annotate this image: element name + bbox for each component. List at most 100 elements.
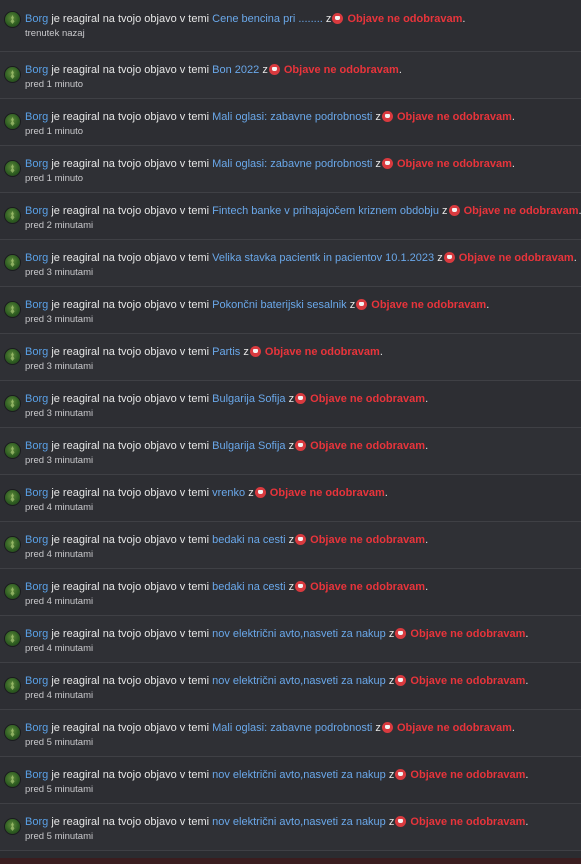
post-text: na tvojo objavo v temi — [102, 252, 210, 264]
topic-link[interactable]: Mali oglasi: zabavne podrobnosti — [212, 111, 372, 123]
topic-link[interactable]: nov električni avto,nasveti za nakup — [212, 675, 386, 687]
topic-link[interactable]: Bulgarija Sofija — [212, 440, 285, 452]
z-text: z — [437, 252, 443, 264]
notification-row[interactable]: Borg je reagiral na tvojo objavo v temi … — [0, 146, 581, 193]
notification-row[interactable]: Borg je reagiral na tvojo objavo v temi … — [0, 663, 581, 710]
notification-row[interactable]: Borg je reagiral na tvojo objavo v temi … — [0, 52, 581, 99]
reaction-link[interactable]: Objave ne odobravam — [464, 205, 579, 217]
user-link[interactable]: Borg — [25, 64, 48, 76]
notification-row[interactable]: Borg je reagiral na tvojo objavo v temi … — [0, 428, 581, 475]
topic-link[interactable]: nov električni avto,nasveti za nakup — [212, 628, 386, 640]
notification-row[interactable]: Borg je reagiral na tvojo objavo v temi … — [0, 522, 581, 569]
user-link[interactable]: Borg — [25, 440, 48, 452]
reaction-link[interactable]: Objave ne odobravam — [410, 816, 525, 828]
notification-row[interactable]: Borg je reagiral na tvojo objavo v temi … — [0, 240, 581, 287]
reaction-link[interactable]: Objave ne odobravam — [459, 252, 574, 264]
reaction-link[interactable]: Objave ne odobravam — [310, 393, 425, 405]
notification-row[interactable]: Borg je reagiral na tvojo objavo v temi … — [0, 287, 581, 334]
notification-row[interactable]: Borg je reagiral na tvojo objavo v temi … — [0, 569, 581, 616]
reaction-link[interactable]: Objave ne odobravam — [397, 111, 512, 123]
topic-link[interactable]: Cene bencina pri ........ — [212, 13, 323, 25]
reaction-link[interactable]: Objave ne odobravam — [410, 769, 525, 781]
reaction-link[interactable]: Objave ne odobravam — [410, 628, 525, 640]
user-avatar[interactable] — [5, 490, 20, 505]
post-text: na tvojo objavo v temi — [102, 346, 210, 358]
notification-row[interactable]: Borg je reagiral na tvojo objavo v temi … — [0, 193, 581, 240]
z-text: z — [375, 722, 381, 734]
user-link[interactable]: Borg — [25, 534, 48, 546]
reaction-link[interactable]: Objave ne odobravam — [397, 722, 512, 734]
topic-link[interactable]: nov električni avto,nasveti za nakup — [212, 816, 386, 828]
topic-link[interactable]: Mali oglasi: zabavne podrobnosti — [212, 722, 372, 734]
topic-link[interactable]: nov električni avto,nasveti za nakup — [212, 769, 386, 781]
reaction-link[interactable]: Objave ne odobravam — [310, 534, 425, 546]
reaction-link[interactable]: Objave ne odobravam — [310, 581, 425, 593]
reaction-link[interactable]: Objave ne odobravam — [310, 440, 425, 452]
user-avatar[interactable] — [5, 819, 20, 834]
user-avatar[interactable] — [5, 255, 20, 270]
user-avatar[interactable] — [5, 772, 20, 787]
user-link[interactable]: Borg — [25, 111, 48, 123]
topic-link[interactable]: Mali oglasi: zabavne podrobnosti — [212, 158, 372, 170]
notification-row[interactable]: Borg je reagiral na tvojo objavo v temi … — [0, 381, 581, 428]
user-link[interactable]: Borg — [25, 722, 48, 734]
topic-link[interactable]: vrenko — [212, 487, 245, 499]
user-link[interactable]: Borg — [25, 158, 48, 170]
notification-row[interactable]: Borg je reagiral na tvojo objavo v temi … — [0, 616, 581, 663]
user-link[interactable]: Borg — [25, 769, 48, 781]
notification-row[interactable]: Borg je reagiral na tvojo objavo v temi … — [0, 475, 581, 522]
reaction-link[interactable]: Objave ne odobravam — [347, 13, 462, 25]
user-avatar[interactable] — [5, 537, 20, 552]
user-link[interactable]: Borg — [25, 487, 48, 499]
notification-row[interactable]: Borg je reagiral na tvojo objavo v temi … — [0, 757, 581, 804]
notification-time: pred 3 minutami — [25, 408, 94, 419]
user-link[interactable]: Borg — [25, 252, 48, 264]
user-link[interactable]: Borg — [25, 346, 48, 358]
topic-link[interactable]: Velika stavka pacientk in pacientov 10.1… — [212, 252, 434, 264]
user-avatar[interactable] — [5, 208, 20, 223]
reaction-link[interactable]: Objave ne odobravam — [284, 64, 399, 76]
user-link[interactable]: Borg — [25, 628, 48, 640]
user-avatar[interactable] — [5, 584, 20, 599]
topic-link[interactable]: Fintech banke v prihajajočem kriznem obd… — [212, 205, 439, 217]
period: . — [511, 722, 515, 734]
reaction-link[interactable]: Objave ne odobravam — [265, 346, 380, 358]
user-avatar[interactable] — [5, 349, 20, 364]
user-link[interactable]: Borg — [25, 581, 48, 593]
topic-link[interactable]: Pokončni baterijski sesalnik — [212, 299, 347, 311]
user-link[interactable]: Borg — [25, 816, 48, 828]
notification-row[interactable]: Borg je reagiral na tvojo objavo v temi … — [0, 710, 581, 757]
notification-row[interactable]: Borg je reagiral na tvojo objavo v temi … — [0, 804, 581, 851]
user-link[interactable]: Borg — [25, 393, 48, 405]
user-avatar[interactable] — [5, 67, 20, 82]
user-link[interactable]: Borg — [25, 205, 48, 217]
topic-link[interactable]: Bulgarija Sofija — [212, 393, 285, 405]
reaction-link[interactable]: Objave ne odobravam — [270, 487, 385, 499]
user-avatar[interactable] — [5, 161, 20, 176]
notification-row[interactable]: Borg je reagiral na tvojo objavo v temi … — [0, 0, 581, 52]
user-avatar[interactable] — [5, 725, 20, 740]
reaction-link[interactable]: Objave ne odobravam — [397, 158, 512, 170]
topic-link[interactable]: Bon 2022 — [212, 64, 259, 76]
user-avatar[interactable] — [5, 443, 20, 458]
user-avatar[interactable] — [5, 631, 20, 646]
reaction-link[interactable]: Objave ne odobravam — [410, 675, 525, 687]
period: . — [525, 628, 529, 640]
reaction-link[interactable]: Objave ne odobravam — [371, 299, 486, 311]
topic-link[interactable]: bedaki na cesti — [212, 581, 285, 593]
user-avatar[interactable] — [5, 396, 20, 411]
user-link[interactable]: Borg — [25, 675, 48, 687]
user-avatar[interactable] — [5, 678, 20, 693]
notification-row[interactable]: Borg je reagiral na tvojo objavo v temi … — [0, 99, 581, 146]
topic-link[interactable]: Partis — [212, 346, 240, 358]
dislike-reaction-icon — [395, 769, 407, 780]
topic-link[interactable]: bedaki na cesti — [212, 534, 285, 546]
user-avatar[interactable] — [5, 302, 20, 317]
user-avatar[interactable] — [5, 12, 20, 27]
user-link[interactable]: Borg — [25, 299, 48, 311]
notification-row[interactable]: Borg je reagiral na tvojo objavo v temi … — [0, 334, 581, 381]
dislike-reaction-icon — [356, 299, 368, 310]
user-avatar[interactable] — [5, 114, 20, 129]
user-link[interactable]: Borg — [25, 13, 48, 25]
notification-text: Borg je reagiral na tvojo objavo v temi … — [25, 768, 528, 782]
